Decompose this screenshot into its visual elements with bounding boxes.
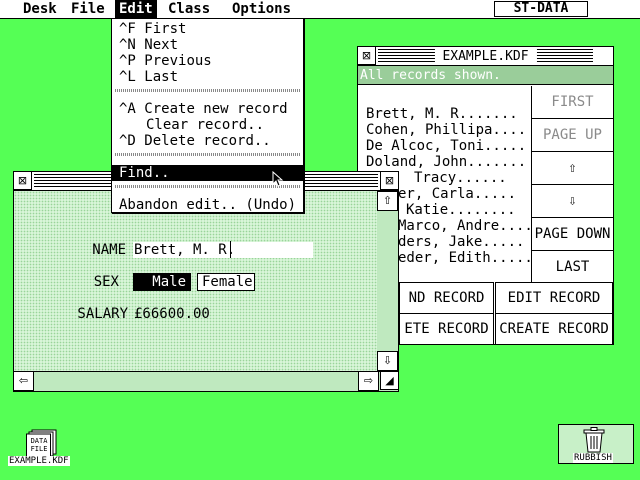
menu-edit[interactable]: Edit <box>115 0 157 18</box>
menu-item-create-new-record[interactable]: ^A Create new record <box>112 101 303 117</box>
resize-icon[interactable]: ◢ <box>380 371 399 390</box>
form-content: NAME Brett, M. R. SEX Male Female SALARY… <box>14 191 378 374</box>
menu-separator <box>115 89 300 92</box>
status-line: All records shown. <box>358 66 613 85</box>
find-record-button[interactable]: ND RECORD <box>399 282 494 314</box>
record-item[interactable]: Cohen, Phillipa.... <box>366 122 526 138</box>
record-item[interactable]: Brett, M. R....... <box>366 106 518 122</box>
record-item[interactable]: De Alcoc, Toni..... <box>366 138 526 154</box>
down-arrow-icon: ⇩ <box>568 193 577 209</box>
trash-label: RUBBISH <box>573 453 613 463</box>
menu-options[interactable]: Options <box>228 0 295 18</box>
down-arrow-button[interactable]: ⇩ <box>531 185 613 218</box>
kdf-window-title: EXAMPLE.KDF <box>434 49 537 64</box>
salary-label: SALARY <box>77 306 128 322</box>
record-item[interactable]: Doland, John....... <box>366 154 526 170</box>
trash-icon[interactable]: RUBBISH <box>558 424 634 464</box>
edit-record-button[interactable]: EDIT RECORD <box>495 282 613 314</box>
text-cursor <box>230 241 231 258</box>
close-icon[interactable]: ⊠ <box>357 46 376 65</box>
record-item[interactable]: Katie........ <box>406 202 516 218</box>
name-input[interactable]: Brett, M. R. <box>133 242 313 258</box>
menu-item-delete-record[interactable]: ^D Delete record.. <box>112 133 303 149</box>
close-icon[interactable]: ⊠ <box>13 171 32 190</box>
page-down-button[interactable]: PAGE DOWN <box>531 218 613 251</box>
up-arrow-button[interactable]: ⇧ <box>531 152 613 185</box>
menu-bar: Desk File Edit Class Options ST-DATA <box>0 0 640 19</box>
name-label: NAME <box>92 242 126 258</box>
data-file-icon[interactable]: DATA FILE <box>26 428 60 458</box>
kdf-titlebar[interactable]: ⊠ EXAMPLE.KDF <box>357 46 613 66</box>
scroll-left-icon[interactable]: ⇦ <box>13 371 34 391</box>
up-arrow-icon: ⇧ <box>568 160 577 176</box>
menu-item-abandon-edit[interactable]: Abandon edit.. (Undo) <box>112 197 303 213</box>
salary-input[interactable]: £66600.00 <box>133 306 217 322</box>
delete-record-button[interactable]: ETE RECORD <box>399 313 494 345</box>
record-item[interactable]: eder, Edith..... <box>398 250 531 266</box>
last-button[interactable]: LAST <box>531 251 613 284</box>
fullsize-icon[interactable]: ⊠ <box>380 171 399 190</box>
vertical-scrollbar[interactable]: ⇧ ⇩ <box>377 191 398 371</box>
rubbish-bin-icon <box>583 427 605 453</box>
sex-option-male[interactable]: Male <box>133 273 191 291</box>
menu-item-previous[interactable]: ^P Previous <box>112 53 303 69</box>
sex-option-female[interactable]: Female <box>197 273 255 291</box>
menu-item-first[interactable]: ^F First <box>112 21 303 37</box>
mouse-pointer-icon <box>272 171 284 187</box>
menu-item-clear-record[interactable]: Clear record.. <box>112 117 303 133</box>
file-icon-text: DATA FILE <box>30 437 48 453</box>
first-button[interactable]: FIRST <box>531 86 613 119</box>
menu-desk[interactable]: Desk <box>19 0 61 18</box>
create-record-button[interactable]: CREATE RECORD <box>495 313 613 345</box>
menu-file[interactable]: File <box>67 0 109 18</box>
horizontal-scrollbar[interactable]: ⇦ ⇨ ◢ <box>13 371 399 391</box>
scroll-down-icon[interactable]: ⇩ <box>377 351 398 371</box>
scroll-up-icon[interactable]: ⇧ <box>377 191 398 211</box>
record-item[interactable]: Tracy...... <box>414 170 507 186</box>
app-title: ST-DATA <box>494 1 588 17</box>
menu-item-last[interactable]: ^L Last <box>112 69 303 85</box>
page-up-button[interactable]: PAGE UP <box>531 119 613 152</box>
record-item[interactable]: ders, Jake..... <box>398 234 524 250</box>
menu-item-next[interactable]: ^N Next <box>112 37 303 53</box>
file-icon-label: EXAMPLE.KDF <box>8 456 70 466</box>
record-item[interactable]: Marco, Andre.... <box>398 218 531 234</box>
sex-label: SEX <box>93 274 119 290</box>
scroll-right-icon[interactable]: ⇨ <box>358 371 379 391</box>
menu-class[interactable]: Class <box>164 0 214 18</box>
record-item[interactable]: er, Carla..... <box>398 186 516 202</box>
menu-separator <box>115 153 300 156</box>
